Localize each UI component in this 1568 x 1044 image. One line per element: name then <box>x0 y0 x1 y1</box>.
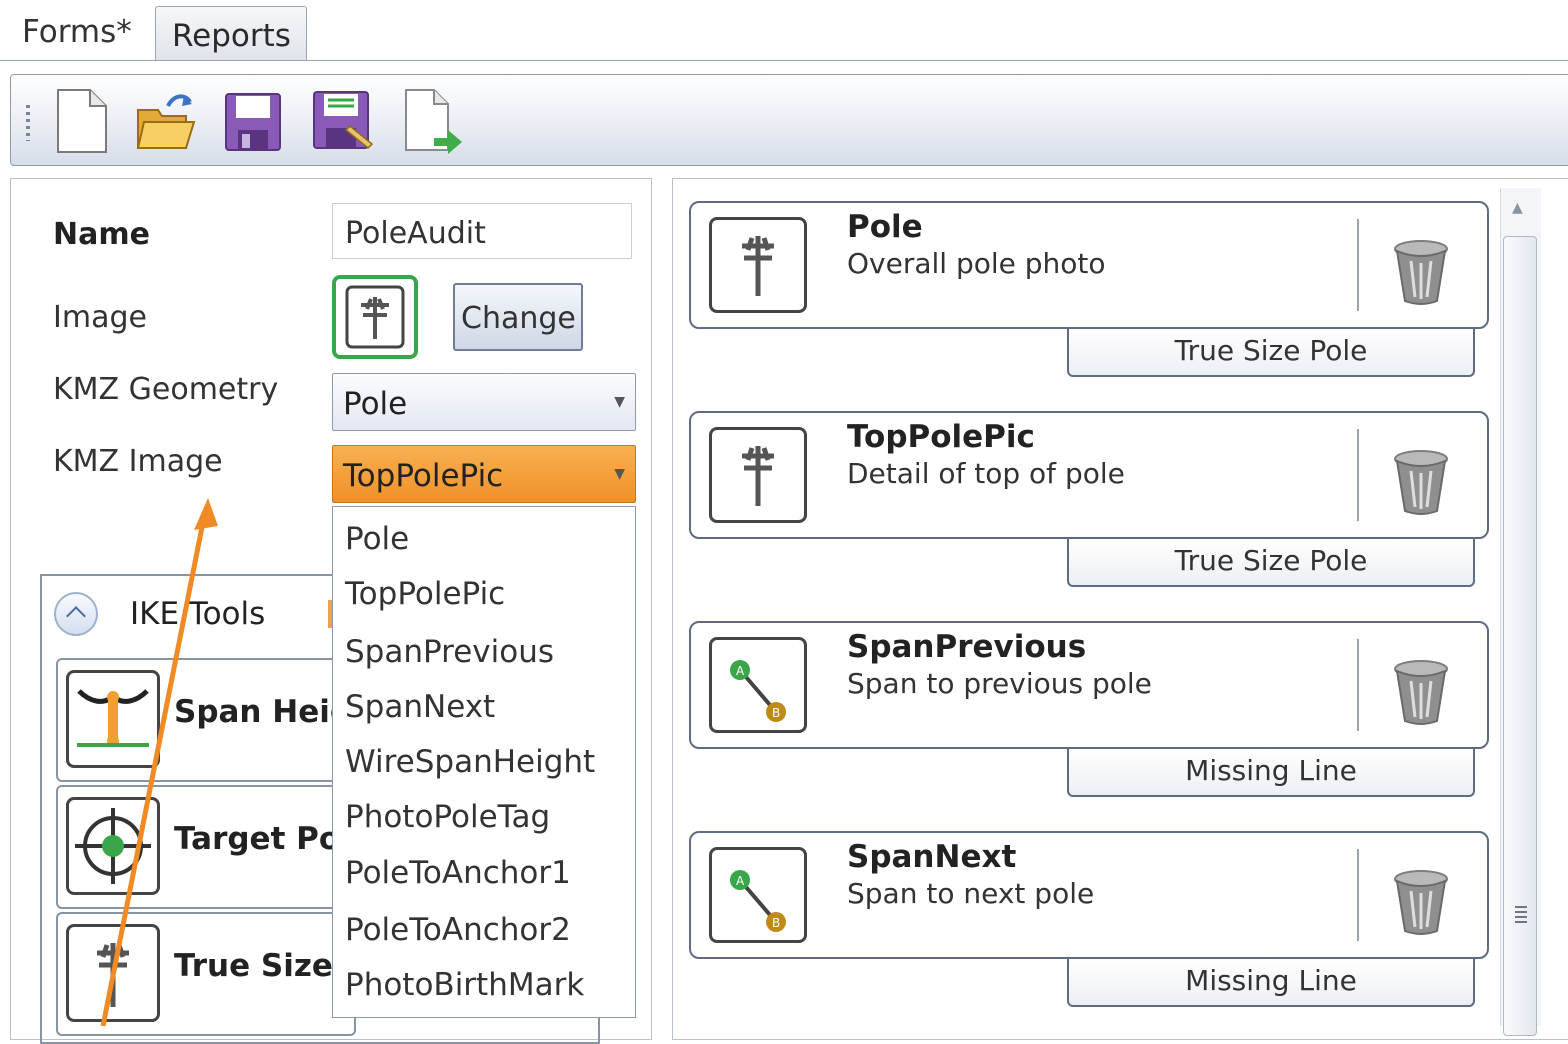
svg-text:A: A <box>736 874 745 888</box>
field-card-tag[interactable]: Missing Line <box>1067 749 1475 797</box>
tab-forms-label: Forms* <box>22 14 132 50</box>
export-icon[interactable] <box>400 88 462 154</box>
tab-reports[interactable]: Reports <box>155 6 307 61</box>
field-card-description: Overall pole photo <box>847 247 1106 280</box>
trash-icon[interactable] <box>1389 867 1453 937</box>
kmz-image-dropdown-list: Pole TopPolePic SpanPrevious SpanNext Wi… <box>332 506 636 1018</box>
dropdown-option[interactable]: PhotoPoleTag <box>345 799 550 835</box>
kmz-image-value: TopPolePic <box>343 458 504 494</box>
dropdown-option[interactable]: PhotoBirthMark <box>345 967 584 1003</box>
pole-icon <box>709 427 807 523</box>
field-card-title: Pole <box>847 209 923 245</box>
card-divider <box>1357 849 1359 941</box>
new-document-icon[interactable] <box>50 88 112 154</box>
pole-icon <box>345 285 405 349</box>
span-icon: A B <box>709 847 807 943</box>
name-input-value: PoleAudit <box>345 216 486 251</box>
tab-divider <box>0 60 1568 61</box>
collapse-chevron-icon[interactable] <box>54 592 98 636</box>
field-card-tag[interactable]: Missing Line <box>1067 959 1475 1007</box>
field-card-description: Span to previous pole <box>847 667 1152 700</box>
change-button-label: Change <box>461 301 576 336</box>
dropdown-option[interactable]: SpanPrevious <box>345 634 554 670</box>
card-divider <box>1357 639 1359 731</box>
dropdown-option[interactable]: TopPolePic <box>345 576 505 612</box>
save-as-icon[interactable] <box>312 86 374 152</box>
field-card-description: Detail of top of pole <box>847 457 1125 490</box>
dropdown-option[interactable]: WireSpanHeight <box>345 744 595 780</box>
kmz-geometry-select[interactable]: Pole ▼ <box>332 373 636 431</box>
tool-target-pole[interactable]: Target Po <box>56 785 356 909</box>
kmz-geometry-value: Pole <box>343 386 408 422</box>
card-divider <box>1357 219 1359 311</box>
form-image-thumbnail[interactable] <box>332 275 418 359</box>
field-card-title: TopPolePic <box>847 419 1035 455</box>
span-icon: A B <box>709 637 807 733</box>
true-size-pole-icon <box>66 924 160 1022</box>
svg-text:B: B <box>772 706 780 720</box>
svg-text:A: A <box>736 664 745 678</box>
field-card-tag[interactable]: True Size Pole <box>1067 539 1475 587</box>
tab-reports-label: Reports <box>172 18 291 54</box>
field-card-title: SpanPrevious <box>847 629 1087 665</box>
image-label: Image <box>53 300 147 335</box>
dropdown-option[interactable]: PoleToAnchor2 <box>345 912 571 948</box>
tool-span-height-label: Span Heig <box>174 694 353 730</box>
trash-icon[interactable] <box>1389 447 1453 517</box>
dropdown-option[interactable]: SpanNext <box>345 689 495 725</box>
field-card-spanprevious[interactable]: A B SpanPrevious Span to previous pole <box>689 621 1489 749</box>
name-label: Name <box>53 217 150 252</box>
field-card-toppolepic[interactable]: TopPolePic Detail of top of pole <box>689 411 1489 539</box>
tool-true-size-label: True Size <box>174 948 333 984</box>
card-divider <box>1357 429 1359 521</box>
svg-text:B: B <box>772 916 780 930</box>
ike-tools-title: IKE Tools <box>130 596 266 632</box>
tool-true-size[interactable]: True Size <box>56 912 356 1036</box>
kmz-geometry-label: KMZ Geometry <box>53 372 279 407</box>
field-card-title: SpanNext <box>847 839 1017 875</box>
kmz-image-select[interactable]: TopPolePic ▼ <box>332 445 636 503</box>
chevron-down-icon: ▼ <box>614 394 625 410</box>
change-image-button[interactable]: Change <box>453 283 583 351</box>
dropdown-option[interactable]: Pole <box>345 521 409 557</box>
dropdown-option[interactable]: PoleToAnchor1 <box>345 855 571 891</box>
open-folder-icon[interactable] <box>134 88 196 154</box>
chevron-down-icon: ▼ <box>614 466 625 482</box>
field-card-pole[interactable]: Pole Overall pole photo <box>689 201 1489 329</box>
field-card-description: Span to next pole <box>847 877 1095 910</box>
save-icon[interactable] <box>222 88 284 154</box>
tool-target-pole-label: Target Po <box>174 821 341 857</box>
name-input[interactable]: PoleAudit <box>332 203 632 259</box>
field-card-spannext[interactable]: A B SpanNext Span to next pole <box>689 831 1489 959</box>
pole-icon <box>709 217 807 313</box>
trash-icon[interactable] <box>1389 657 1453 727</box>
kmz-image-label: KMZ Image <box>53 444 223 479</box>
tool-span-height[interactable]: Span Heig <box>56 658 356 782</box>
span-height-icon <box>66 670 160 768</box>
target-icon <box>66 797 160 895</box>
field-card-tag[interactable]: True Size Pole <box>1067 329 1475 377</box>
tab-forms[interactable]: Forms* <box>22 17 132 48</box>
scrollbar-grip-icon <box>1515 906 1527 924</box>
scroll-up-arrow-icon[interactable]: ▲ <box>1512 200 1523 216</box>
trash-icon[interactable] <box>1389 237 1453 307</box>
toolbar-grip[interactable] <box>26 105 30 141</box>
